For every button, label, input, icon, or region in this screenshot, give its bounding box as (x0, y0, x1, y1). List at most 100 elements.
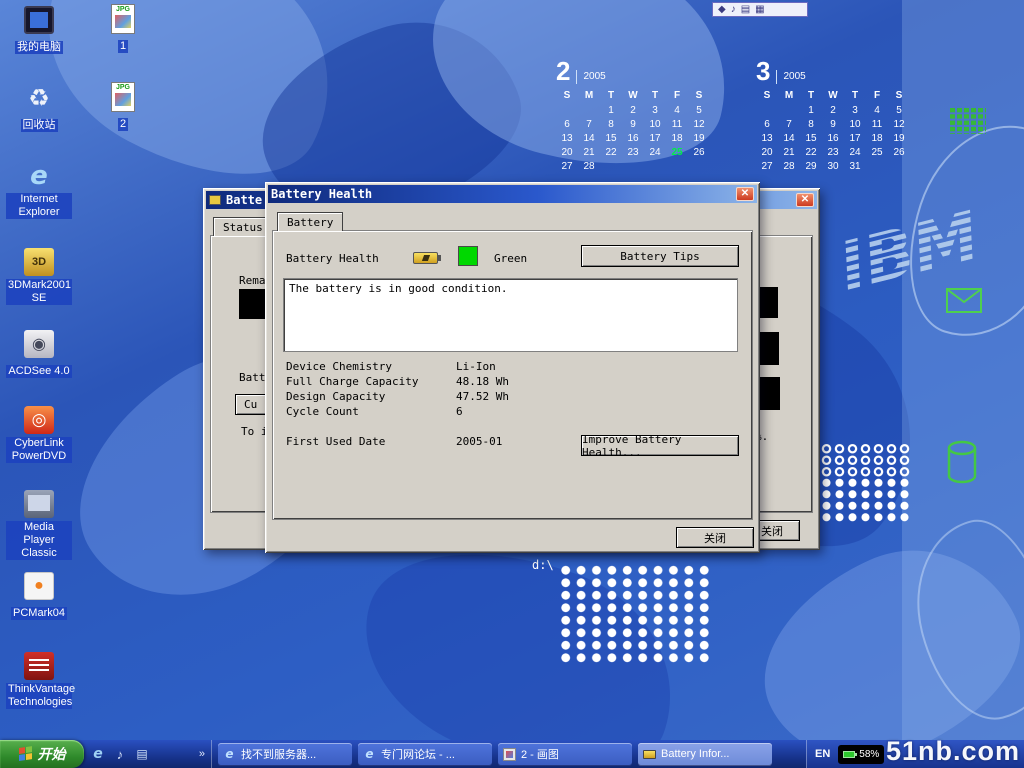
desktop-icon-media-player-classic[interactable]: Media Player Classic (6, 490, 72, 561)
watermark: 51nb.com (886, 736, 1020, 767)
battery-health-dialog[interactable]: Battery Health ✕ Battery Battery Health … (265, 182, 760, 553)
my-computer-icon (24, 6, 54, 34)
calendar-day: 26 (888, 147, 910, 159)
taskbar-task-button[interactable]: Battery Infor... (638, 743, 772, 766)
close-button[interactable]: ✕ (796, 193, 814, 207)
keyboard-icon[interactable]: ▦ (755, 4, 764, 16)
jpg-file-icon: JPG (111, 4, 135, 34)
close-button[interactable]: ✕ (736, 187, 754, 201)
quick-launch-chevron-icon[interactable]: » (199, 748, 205, 760)
start-label: 开始 (38, 744, 66, 764)
calendar-day (688, 161, 710, 173)
file-icon-label: 2 (118, 118, 128, 131)
desktop-icon-thinkvantage[interactable]: ThinkVantage Technologies (6, 652, 72, 710)
desktop-icon-powerdvd[interactable]: CyberLink PowerDVD (6, 406, 72, 464)
taskbar-task-button[interactable]: 找不到服务器... (218, 743, 352, 766)
calendar-day: 14 (578, 133, 600, 145)
language-indicator[interactable]: EN (815, 748, 830, 760)
calendar-day-header: F (866, 90, 888, 103)
info-label: Device Chemistry (286, 360, 456, 375)
calendar-day: 5 (688, 105, 710, 117)
calendar-day-header: W (622, 90, 644, 103)
calendar-year: 2005 (576, 70, 605, 84)
calendar-grid: SMTWTFS123456789101112131415161718192021… (556, 90, 714, 173)
to-text: To i (241, 425, 268, 438)
desktop-icon-pcmark04[interactable]: PCMark04 (6, 572, 72, 621)
calendar-day: 15 (800, 133, 822, 145)
calendar-day: 18 (866, 133, 888, 145)
calendar-month: 2 (556, 58, 570, 84)
ie-icon (363, 748, 376, 761)
desktop-icon-my-computer[interactable]: 我的电脑 (6, 6, 72, 55)
calendar-day-header: W (822, 90, 844, 103)
calendar-day: 4 (866, 105, 888, 117)
info-row: Design Capacity47.52 Wh (286, 390, 736, 405)
desktop-icon-label: PCMark04 (11, 607, 67, 620)
desktop-icon-internet-explorer[interactable]: Internet Explorer (6, 162, 72, 220)
calendar-day: 11 (866, 119, 888, 131)
calendar-day: 6 (756, 119, 778, 131)
info-label: First Used Date (286, 435, 456, 450)
internet-explorer-icon (24, 162, 54, 190)
show-desktop-quicklaunch-icon[interactable] (134, 746, 150, 762)
calendar-day: 14 (778, 133, 800, 145)
calendar-day: 16 (822, 133, 844, 145)
info-value: 47.52 Wh (456, 390, 509, 405)
calendar-day-header: S (556, 90, 578, 103)
dot-pattern (558, 564, 710, 664)
calendar-grid: SMTWTFS123456789101112131415161718192021… (756, 90, 914, 173)
calendar-day: 13 (556, 133, 578, 145)
calendar-day: 1 (600, 105, 622, 117)
calendar-day (756, 105, 778, 117)
improve-battery-health-button[interactable]: Improve Battery Health... (581, 435, 739, 456)
file-icon-label: 1 (118, 40, 128, 53)
taskbar-task-button[interactable]: 2 - 画图 (498, 743, 632, 766)
calendar-year: 2005 (776, 70, 805, 84)
floating-toolbar[interactable]: ◆ ♪ ▤ ▦ (712, 2, 808, 17)
calendar-day: 28 (578, 161, 600, 173)
calendar-day: 12 (688, 119, 710, 131)
calendar-day: 18 (666, 133, 688, 145)
battery-indicator[interactable]: 58% (838, 745, 884, 764)
calendar-day (666, 161, 688, 173)
windows-logo-icon (19, 746, 33, 762)
calendar-day: 7 (578, 119, 600, 131)
calendar-day: 27 (756, 161, 778, 173)
file-icon-1[interactable]: JPG 1 (100, 4, 146, 54)
calendar-day: 7 (778, 119, 800, 131)
display-icon[interactable]: ▤ (741, 4, 750, 16)
tab-battery[interactable]: Battery (277, 212, 343, 231)
thinkvantage-icon (24, 652, 54, 680)
calendar-day: 11 (666, 119, 688, 131)
calendar-day: 29 (800, 161, 822, 173)
calendar-day: 21 (578, 147, 600, 159)
calendar-day (600, 161, 622, 173)
volume-icon[interactable]: ♪ (731, 4, 736, 16)
calendar-day: 5 (888, 105, 910, 117)
start-button[interactable]: 开始 (0, 740, 84, 768)
calendar-day: 24 (844, 147, 866, 159)
calendar-day (778, 105, 800, 117)
ie-quicklaunch-icon[interactable] (90, 746, 106, 762)
media-quicklaunch-icon[interactable] (112, 746, 128, 762)
info-value: 6 (456, 405, 463, 420)
desktop-icon-acdsee[interactable]: ACDSee 4.0 (6, 330, 72, 379)
tab-status[interactable]: Status (213, 217, 273, 236)
file-icon-2[interactable]: JPG2 (100, 82, 146, 132)
battery-health-label: Battery Health (286, 252, 379, 265)
close-dialog-button[interactable]: 关闭 (676, 527, 754, 548)
dialog-title: Battery Health (271, 187, 372, 201)
calendar-day: 21 (778, 147, 800, 159)
task-label: 找不到服务器... (241, 746, 316, 762)
desktop-icon-3dmark2001[interactable]: 3DMark2001 SE (6, 248, 72, 306)
calendar-day (556, 105, 578, 117)
calendar-day: 24 (644, 147, 666, 159)
dialog-titlebar[interactable]: Battery Health ✕ (268, 185, 757, 203)
health-status-text: Green (494, 252, 527, 265)
calendar-day: 17 (644, 133, 666, 145)
battery-percent-text: 58% (859, 749, 879, 760)
condition-textbox: The battery is in good condition. (283, 278, 738, 352)
taskbar-task-button[interactable]: 专门网论坛 - ... (358, 743, 492, 766)
desktop-icon-recycle-bin[interactable]: 回收站 (6, 84, 72, 133)
battery-tips-button[interactable]: Battery Tips (581, 245, 739, 267)
